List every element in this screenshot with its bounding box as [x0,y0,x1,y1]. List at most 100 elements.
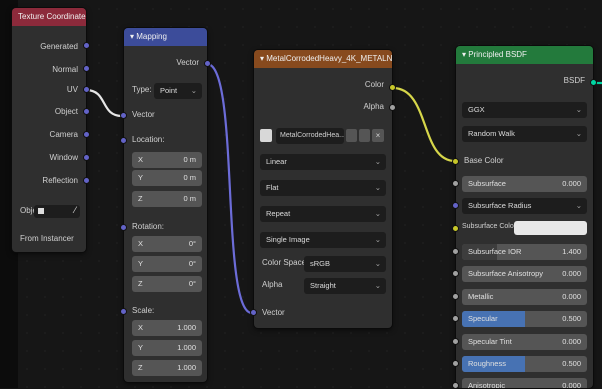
location-y-field[interactable]: Y 0 m [132,170,202,186]
close-icon[interactable]: × [372,129,384,142]
image-browse-icon[interactable] [260,129,272,142]
source-dropdown[interactable]: Single Image ⌄ [260,232,386,248]
rotation-z-field[interactable]: Z 0° [132,276,202,292]
image-texture-title: MetalCorrodedHeavy_4K_METALNESS.jpg [266,54,392,63]
link-color-to-basecolor [392,86,456,163]
socket-metallic-in[interactable] [452,293,459,300]
socket-subsurface-in[interactable] [452,180,459,187]
subsurface-color-swatch[interactable] [514,221,587,235]
socket-reflection[interactable] [83,177,90,184]
bsdf-output-label: BSDF [563,76,585,85]
alpha-mode-dropdown[interactable]: Straight ⌄ [304,278,386,294]
socket-scale-in[interactable] [120,308,127,315]
anisotropic-field[interactable]: Anisotropic 0.000 [462,378,587,388]
socket-subsurface-color-in[interactable] [452,225,459,232]
image-name-field[interactable]: MetalCorrodedHea... [276,128,344,144]
field-label: Specular [468,314,498,323]
socket-object[interactable] [83,108,90,115]
object-icon [38,208,44,214]
principled-bsdf-header[interactable]: ▾ Principled BSDF [456,46,593,64]
socket-image-vector-in[interactable] [250,309,257,316]
mapping-header[interactable]: ▾ Mapping [124,28,207,46]
chevron-down-icon: ⌄ [575,105,582,114]
scale-x-field[interactable]: X 1.000 [132,320,202,336]
texture-coordinate-node[interactable]: Texture Coordinate Generated Normal UV O… [12,8,86,252]
socket-specular-tint-in[interactable] [452,338,459,345]
socket-image-color-out[interactable] [389,84,396,91]
output-object: Object [54,107,78,116]
location-x-field[interactable]: X 0 m [132,152,202,168]
socket-normal[interactable] [83,65,90,72]
field-value: 1.000 [177,343,196,352]
projection-value: Flat [266,183,279,192]
mapping-input-vector: Vector [132,110,155,119]
subsurface-method-dropdown[interactable]: Random Walk ⌄ [462,126,587,142]
axis-label: Y [138,259,144,268]
chevron-down-icon: ⌄ [374,281,381,290]
specular-field[interactable]: Specular 0.500 [462,311,587,327]
socket-mapping-vector-in[interactable] [120,112,127,119]
field-value: 0 m [183,155,196,164]
mapping-type-dropdown[interactable]: Point ⌄ [154,83,202,99]
image-output-color: Color [364,80,384,89]
interpolation-value: Linear [266,157,287,166]
subsurface-anisotropy-field[interactable]: Subsurface Anisotropy 0.000 [462,266,587,282]
axis-label: Z [138,194,143,203]
location-z-field[interactable]: Z 0 m [132,191,202,207]
principled-bsdf-node[interactable]: ▾ Principled BSDF BSDF GGX ⌄ Random Walk ⌄… [456,46,593,388]
rotation-y-field[interactable]: Y 0° [132,256,202,272]
image-texture-node[interactable]: ▾ MetalCorrodedHeavy_4K_METALNESS.jpg Co… [254,50,392,328]
image-selector[interactable]: MetalCorrodedHea... × [260,128,386,144]
socket-mapping-vector-out[interactable] [204,60,211,67]
output-camera: Camera [49,130,78,139]
field-label: Anisotropic [468,381,506,388]
alpha-mode-value: Straight [310,281,336,290]
roughness-field[interactable]: Roughness 0.500 [462,356,587,372]
mapping-node[interactable]: ▾ Mapping Vector Type: Point ⌄ Vector Loc… [124,28,207,382]
socket-base-color-in[interactable] [452,158,459,165]
socket-subsurface-radius-in[interactable] [452,202,459,209]
scale-z-field[interactable]: Z 1.000 [132,360,202,376]
eyedropper-icon[interactable]: ⁄ [74,205,76,215]
chevron-down-icon: ⌄ [575,201,582,210]
interpolation-dropdown[interactable]: Linear ⌄ [260,154,386,170]
distribution-value: GGX [468,105,485,114]
texture-coordinate-header[interactable]: Texture Coordinate [12,8,86,26]
rotation-x-field[interactable]: X 0° [132,236,202,252]
chevron-down-icon: ⌄ [575,129,582,138]
socket-roughness-in[interactable] [452,360,459,367]
socket-window[interactable] [83,154,90,161]
socket-specular-in[interactable] [452,315,459,322]
link-mapping-to-image [206,62,253,315]
color-space-label: Color Space [262,258,307,267]
from-instancer-label[interactable]: From Instancer [12,232,86,246]
metallic-field[interactable]: Metallic 0.000 [462,289,587,305]
subsurface-ior-field[interactable]: Subsurface IOR 1.400 [462,244,587,260]
fake-user-icon[interactable] [346,129,357,142]
socket-subsurface-anisotropy-in[interactable] [452,270,459,277]
socket-subsurface-ior-in[interactable] [452,248,459,255]
subsurface-radius-dropdown[interactable]: Subsurface Radius ⌄ [462,198,587,214]
socket-location-in[interactable] [120,137,127,144]
extension-dropdown[interactable]: Repeat ⌄ [260,206,386,222]
color-space-dropdown[interactable]: sRGB ⌄ [304,256,386,272]
distribution-dropdown[interactable]: GGX ⌄ [462,102,587,118]
socket-image-alpha-out[interactable] [389,104,396,111]
socket-bsdf-out[interactable] [590,79,597,86]
specular-tint-field[interactable]: Specular Tint 0.000 [462,334,587,350]
duplicate-icon[interactable] [359,129,370,142]
object-picker-field[interactable]: ⁄ [34,205,80,218]
scale-y-field[interactable]: Y 1.000 [132,340,202,356]
field-value: 0.000 [562,269,581,278]
image-texture-header[interactable]: ▾ MetalCorrodedHeavy_4K_METALNESS.jpg [254,50,392,68]
rotation-label: Rotation: [132,222,165,231]
socket-uv[interactable] [83,86,90,93]
field-label: Metallic [468,292,494,301]
field-value: 0 m [183,173,196,182]
axis-label: Y [138,173,144,182]
projection-dropdown[interactable]: Flat ⌄ [260,180,386,196]
socket-generated[interactable] [83,42,90,49]
socket-rotation-in[interactable] [120,224,127,231]
subsurface-field[interactable]: Subsurface 0.000 [462,176,587,192]
socket-camera[interactable] [83,131,90,138]
